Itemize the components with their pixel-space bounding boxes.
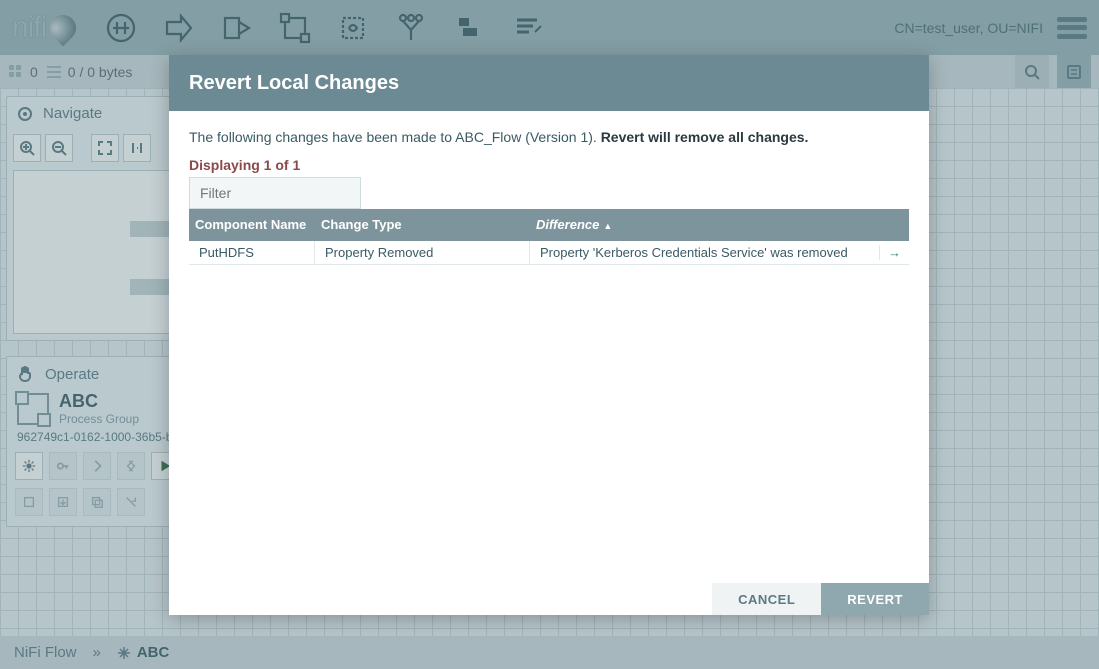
table-header: Component Name Change Type Difference▲ (189, 209, 909, 241)
revert-local-changes-dialog: Revert Local Changes The following chang… (169, 55, 929, 615)
filter-input[interactable] (189, 177, 361, 209)
col-component-name[interactable]: Component Name (189, 209, 315, 241)
result-count: Displaying 1 of 1 (189, 157, 909, 173)
table-row: PutHDFS Property Removed Property 'Kerbe… (189, 241, 909, 265)
cell-difference: Property 'Kerberos Credentials Service' … (530, 241, 879, 264)
revert-button[interactable]: REVERT (821, 583, 929, 615)
cancel-button[interactable]: CANCEL (712, 583, 821, 615)
cell-component-name: PutHDFS (189, 241, 315, 264)
col-change-type[interactable]: Change Type (315, 209, 530, 241)
col-difference[interactable]: Difference▲ (530, 209, 909, 241)
sort-asc-icon: ▲ (603, 221, 612, 231)
cell-change-type: Property Removed (315, 241, 530, 264)
dialog-message-bold: Revert will remove all changes. (601, 129, 809, 145)
dialog-message: The following changes have been made to … (189, 129, 909, 145)
goto-component-button[interactable]: → (879, 245, 909, 260)
dialog-message-text: The following changes have been made to … (189, 129, 601, 145)
dialog-title: Revert Local Changes (169, 55, 929, 111)
dialog-footer: CANCEL REVERT (169, 583, 929, 615)
